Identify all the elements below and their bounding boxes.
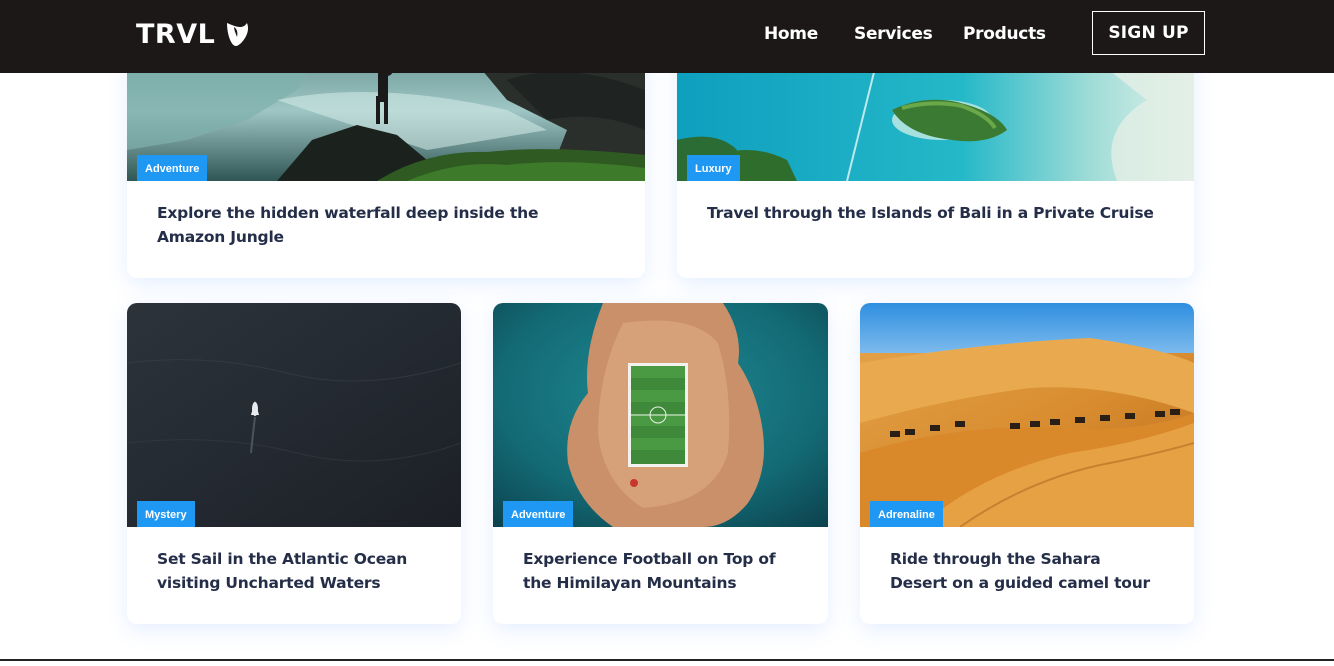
nav-products[interactable]: Products bbox=[963, 23, 1046, 45]
card-atlantic-ocean[interactable]: Mystery Set Sail in the Atlantic Ocean v… bbox=[127, 303, 461, 624]
ocean-boat-photo: Mystery bbox=[127, 303, 461, 527]
card-title[interactable]: Experience Football on Top of the Himila… bbox=[523, 547, 788, 595]
category-badge[interactable]: Mystery bbox=[137, 501, 195, 527]
card-amazon-waterfall[interactable]: Adventure Explore the hidden waterfall d… bbox=[127, 40, 645, 278]
desert-camels-photo: Adrenaline bbox=[860, 303, 1194, 527]
card-title[interactable]: Ride through the Sahara Desert on a guid… bbox=[890, 547, 1154, 595]
nav-services[interactable]: Services bbox=[854, 23, 933, 45]
category-badge[interactable]: Adventure bbox=[503, 501, 574, 527]
sign-up-button[interactable]: SIGN UP bbox=[1092, 11, 1205, 55]
category-badge[interactable]: Adrenaline bbox=[870, 501, 943, 527]
category-badge[interactable]: Adventure bbox=[137, 155, 208, 181]
logo-text: TRVL bbox=[136, 18, 216, 50]
nav-home[interactable]: Home bbox=[764, 23, 818, 45]
card-title[interactable]: Travel through the Islands of Bali in a … bbox=[707, 201, 1154, 225]
logo-link[interactable]: TRVL bbox=[136, 16, 251, 52]
card-bali-islands[interactable]: Luxury Travel through the Islands of Bal… bbox=[677, 40, 1194, 278]
card-sahara-desert[interactable]: Adrenaline Ride through the Sahara Deser… bbox=[860, 303, 1194, 624]
navbar: TRVL Home Services Products SIGN UP bbox=[0, 0, 1334, 73]
card-title[interactable]: Set Sail in the Atlantic Ocean visiting … bbox=[157, 547, 421, 595]
page: Adventure Explore the hidden waterfall d… bbox=[0, 0, 1334, 666]
football-island-photo: Adventure bbox=[493, 303, 828, 527]
footer-divider bbox=[0, 659, 1334, 661]
card-himalayan-football[interactable]: Adventure Experience Football on Top of … bbox=[493, 303, 828, 624]
card-title[interactable]: Explore the hidden waterfall deep inside… bbox=[157, 201, 605, 249]
typo3-icon bbox=[223, 20, 251, 48]
category-badge[interactable]: Luxury bbox=[687, 155, 740, 181]
